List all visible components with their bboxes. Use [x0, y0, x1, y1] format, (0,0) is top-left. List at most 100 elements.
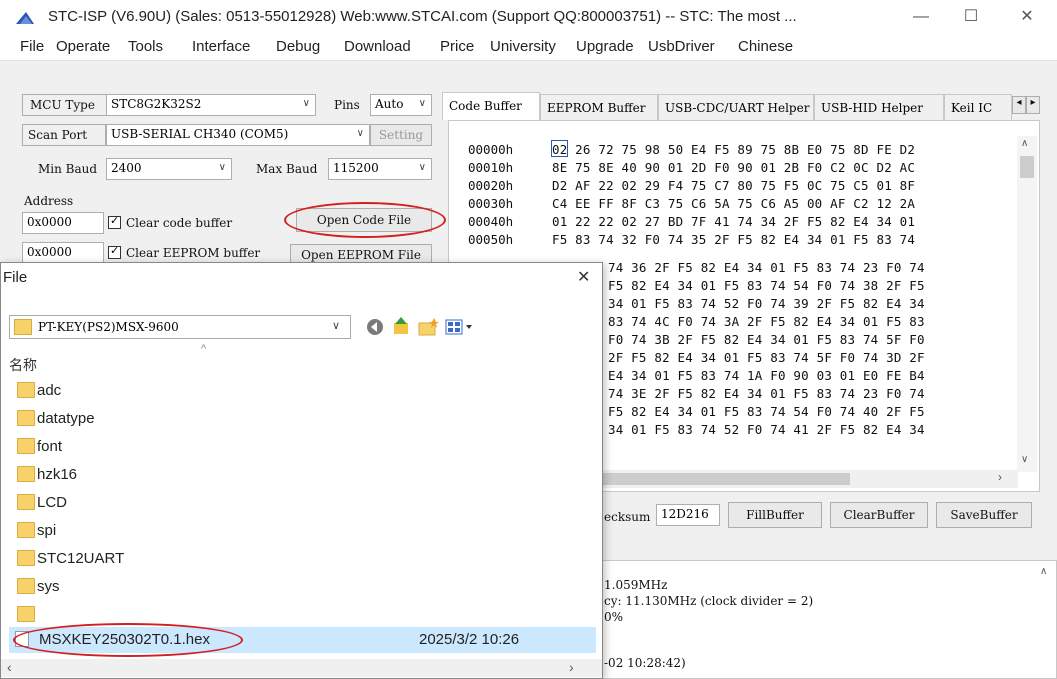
list-item[interactable]: sys — [17, 575, 597, 599]
dialog-horizontal-scrollbar[interactable]: ‹ › — [1, 659, 602, 677]
list-item[interactable]: adc — [17, 379, 597, 403]
new-folder-icon[interactable] — [417, 317, 439, 337]
folder-name: hzk16 — [37, 466, 78, 483]
menu-price[interactable]: Price — [440, 38, 474, 55]
folder-name: STC12UART — [37, 550, 125, 567]
scan-port-value: USB-SERIAL CH340 (COM5) — [111, 127, 289, 141]
folder-icon — [17, 438, 35, 454]
hex-address: 00030h — [468, 196, 514, 211]
scroll-right-icon[interactable]: › — [569, 659, 574, 675]
window-title: STC-ISP (V6.90U) (Sales: 0513-55012928) … — [48, 8, 797, 25]
hex-row: 2F F5 82 E4 34 01 F5 83 74 5F F0 74 3D 2… — [608, 350, 925, 365]
chevron-down-icon: ∨ — [332, 320, 341, 332]
view-menu-icon[interactable] — [445, 317, 475, 337]
hex-row: C4 EE FF 8F C3 75 C6 5A 75 C6 A5 00 AF C… — [552, 196, 916, 211]
check-icon: ✓ — [110, 245, 120, 257]
clear-code-checkbox[interactable]: ✓ — [108, 215, 121, 229]
mcu-type-select[interactable]: STC8G2K32S2 ∨ — [106, 94, 316, 116]
hex-horizontal-scrollbar[interactable]: › — [590, 470, 1018, 488]
scroll-left-icon[interactable]: ‹ — [7, 659, 12, 675]
scroll-down-icon[interactable]: ∨ — [1021, 454, 1028, 465]
menu-usbdriver[interactable]: UsbDriver — [648, 38, 715, 55]
pins-select[interactable]: Auto ∨ — [370, 94, 432, 116]
setting-button[interactable]: Setting — [370, 124, 432, 146]
file-dialog[interactable]: File ✕ PT-KEY(PS2)MSX-9600 ∨ 名称 ^ adc da… — [0, 262, 603, 679]
chevron-down-icon: ∨ — [218, 162, 226, 173]
hex-row: 74 3E 2F F5 82 E4 34 01 F5 83 74 23 F0 7… — [608, 386, 925, 401]
clear-buffer-button[interactable]: ClearBuffer — [830, 502, 928, 528]
scroll-right-icon[interactable]: › — [998, 470, 1002, 484]
checksum-value: 12D216 — [656, 504, 720, 526]
minimize-button[interactable]: — — [898, 4, 944, 30]
menu-university[interactable]: University — [490, 38, 556, 55]
hex-row: 02 26 72 75 98 50 E4 F5 89 75 8B E0 75 8… — [552, 142, 916, 157]
menu-upgrade[interactable]: Upgrade — [576, 38, 634, 55]
hex-vertical-scrollbar[interactable]: ∧ ∨ — [1017, 136, 1037, 472]
scan-port-select[interactable]: USB-SERIAL CH340 (COM5) ∨ — [106, 124, 370, 146]
scroll-up-icon[interactable]: ∧ — [1021, 138, 1028, 149]
hex-address: 00000h — [468, 142, 514, 157]
back-icon[interactable] — [365, 317, 385, 337]
tab-code-buffer[interactable]: Code Buffer — [442, 92, 540, 120]
min-baud-select[interactable]: 2400 ∨ — [106, 158, 232, 180]
scrollbar-thumb[interactable] — [590, 473, 850, 485]
file-date: 2025/3/2 10:26 — [419, 631, 520, 648]
tab-usb-hid-helper[interactable]: USB-HID Helper — [814, 94, 944, 120]
tab-next-icon[interactable]: ▸ — [1026, 96, 1040, 114]
list-item[interactable]: font — [17, 435, 597, 459]
path-select[interactable]: PT-KEY(PS2)MSX-9600 ∨ — [9, 315, 351, 339]
folder-name: font — [37, 438, 63, 455]
code-address-input[interactable]: 0x0000 — [22, 212, 104, 234]
maximize-button[interactable]: ☐ — [948, 4, 994, 30]
column-header-name[interactable]: 名称 — [9, 355, 37, 375]
save-buffer-button[interactable]: SaveBuffer — [936, 502, 1032, 528]
menu-chinese[interactable]: Chinese — [738, 38, 793, 55]
hex-row: 74 36 2F F5 82 E4 34 01 F5 83 74 23 F0 7… — [608, 260, 925, 275]
hex-row: F5 82 E4 34 01 F5 83 74 54 F0 74 38 2F F… — [608, 278, 925, 293]
list-item[interactable]: spi — [17, 519, 597, 543]
title-bar[interactable]: STC-ISP (V6.90U) (Sales: 0513-55012928) … — [0, 0, 1057, 34]
pins-label: Pins — [334, 98, 360, 112]
folder-icon — [17, 550, 35, 566]
clear-eeprom-checkbox[interactable]: ✓ — [108, 245, 121, 259]
hex-row: 34 01 F5 83 74 52 F0 74 39 2F F5 82 E4 3… — [608, 296, 925, 311]
up-folder-icon[interactable] — [391, 316, 411, 336]
max-baud-select[interactable]: 115200 ∨ — [328, 158, 432, 180]
checksum-label: ecksum — [604, 510, 651, 524]
hex-row: D2 AF 22 02 29 F4 75 C7 80 75 F5 0C 75 C… — [552, 178, 916, 193]
tab-eeprom-buffer[interactable]: EEPROM Buffer — [540, 94, 658, 120]
close-button[interactable]: ✕ — [1004, 4, 1050, 30]
folder-icon — [17, 522, 35, 538]
folder-icon — [17, 466, 35, 482]
scroll-up-icon[interactable]: ∧ — [1040, 566, 1047, 577]
folder-icon — [17, 578, 35, 594]
list-item[interactable]: hzk16 — [17, 463, 597, 487]
menu-tools[interactable]: Tools — [128, 38, 163, 55]
tab-keil-ic[interactable]: Keil IC — [944, 94, 1012, 120]
menu-file[interactable]: File — [20, 38, 44, 55]
chevron-down-icon: ∨ — [418, 162, 426, 173]
menu-interface[interactable]: Interface — [192, 38, 250, 55]
menu-operate[interactable]: Operate — [56, 38, 110, 55]
hex-row: F5 82 E4 34 01 F5 83 74 54 F0 74 40 2F F… — [608, 404, 925, 419]
hex-row: 34 01 F5 83 74 52 F0 74 41 2F F5 82 E4 3… — [608, 422, 925, 437]
folder-name: sys — [37, 578, 60, 595]
app-icon — [16, 12, 34, 24]
min-baud-value: 2400 — [111, 161, 142, 175]
hex-row: 8E 75 8E 40 90 01 2D F0 90 01 2B F0 C2 0… — [552, 160, 916, 175]
menu-debug[interactable]: Debug — [276, 38, 320, 55]
scrollbar-thumb[interactable] — [1020, 156, 1034, 178]
menu-download[interactable]: Download — [344, 38, 411, 55]
dialog-close-button[interactable]: ✕ — [577, 267, 590, 287]
folder-icon — [14, 319, 32, 335]
tab-prev-icon[interactable]: ◂ — [1012, 96, 1026, 114]
max-baud-label: Max Baud — [256, 162, 318, 176]
eeprom-address-input[interactable]: 0x0000 — [22, 242, 104, 264]
list-item[interactable]: LCD — [17, 491, 597, 515]
tab-usb-cdc-uart-helper[interactable]: USB-CDC/UART Helper — [658, 94, 814, 120]
list-item[interactable]: datatype — [17, 407, 597, 431]
hex-address: 00050h — [468, 232, 514, 247]
list-item[interactable]: STC12UART — [17, 547, 597, 571]
path-value: PT-KEY(PS2)MSX-9600 — [38, 320, 179, 334]
fill-buffer-button[interactable]: FillBuffer — [728, 502, 822, 528]
